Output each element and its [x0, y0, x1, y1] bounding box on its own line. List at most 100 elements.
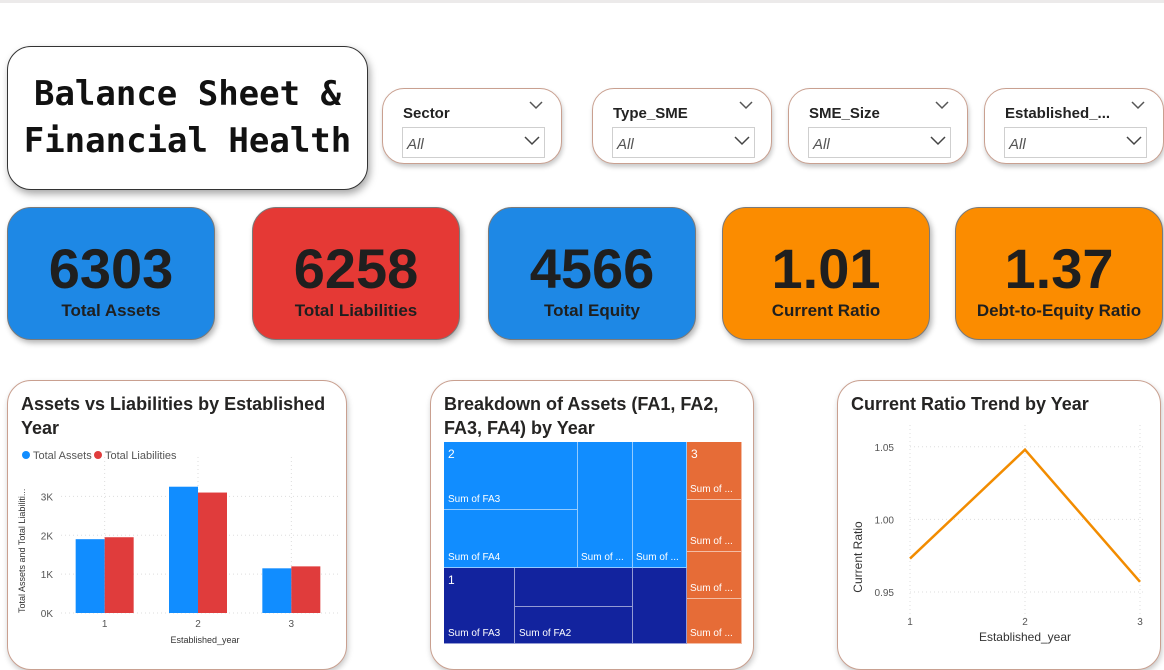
y-axis-label: Total Assets and Total Liabiliti...: [17, 489, 27, 613]
x-axis-ticks: 1 2 3: [102, 619, 295, 630]
chevron-down-icon: [1126, 136, 1142, 146]
slicer-value: All: [813, 136, 830, 153]
legend-label: Total Liabilities: [105, 450, 177, 462]
slicer-label: Established_...: [1005, 105, 1111, 122]
treemap-tile-label: Sum of ...: [581, 552, 624, 563]
top-divider: [0, 0, 1164, 3]
y-axis-ticks: 0.95 1.00 1.05: [875, 443, 895, 599]
slicer-value: All: [407, 136, 424, 153]
treemap-group-label: 3: [691, 447, 698, 461]
kpi-value: 6303: [48, 237, 174, 300]
dashboard-title-line1: Balance Sheet &: [33, 74, 342, 114]
slicer-label: Type_SME: [613, 105, 688, 122]
chevron-down-icon[interactable]: [529, 101, 543, 110]
line-chart-card: Current Ratio Trend by Year 0.95 1.00 1.05…: [837, 380, 1161, 670]
legend-label: Total Assets: [33, 450, 92, 462]
treemap-tile-label: Sum of FA2: [519, 628, 572, 639]
treemap-tile[interactable]: Sum of ...: [687, 599, 742, 644]
y-axis-label: Current Ratio: [851, 521, 865, 593]
y-tick-label: 1K: [41, 570, 54, 581]
x-tick-label: 3: [1137, 617, 1143, 628]
slicer-dropdown[interactable]: All: [612, 127, 755, 158]
legend-marker-assets: [22, 451, 30, 459]
x-tick-label: 1: [907, 617, 913, 628]
treemap: 2 Sum of FA3 Sum of FA4 Sum of ... Sum o…: [444, 442, 742, 644]
chevron-down-icon: [734, 136, 750, 146]
chevron-down-icon[interactable]: [935, 101, 949, 110]
y-tick-label: 0.95: [875, 588, 895, 599]
chevron-down-icon[interactable]: [739, 101, 753, 110]
slicer-type-sme[interactable]: Type_SME All: [592, 88, 772, 164]
x-tick-label: 2: [195, 619, 201, 630]
treemap-tile[interactable]: [633, 568, 687, 644]
x-axis-ticks: 1 2 3: [907, 617, 1143, 628]
dashboard-title-line2: Financial Health: [23, 121, 352, 161]
treemap-card: Breakdown of Assets (FA1, FA2, FA3, FA4)…: [430, 380, 754, 670]
treemap-tile[interactable]: Sum of FA2: [515, 607, 633, 644]
treemap-tile-label: Sum of FA4: [448, 552, 501, 563]
slicer-dropdown[interactable]: All: [402, 127, 545, 158]
kpi-value: 1.01: [771, 237, 881, 300]
treemap-tile[interactable]: Sum of ...: [578, 442, 633, 568]
y-tick-label: 1.05: [875, 443, 895, 454]
kpi-label: Current Ratio: [771, 301, 881, 320]
slicer-established-year[interactable]: Established_... All: [984, 88, 1164, 164]
y-tick-label: 0K: [41, 609, 54, 620]
chevron-down-icon: [930, 136, 946, 146]
slicer-label: Sector: [403, 105, 450, 122]
line-chart: 0.95 1.00 1.05 1 2 3 Current Ratio Establish…: [851, 425, 1144, 644]
slicer-sme-size[interactable]: SME_Size All: [788, 88, 968, 164]
slicer-dropdown[interactable]: All: [1004, 127, 1147, 158]
chart-gridlines: [909, 425, 1144, 621]
bar: [198, 492, 227, 613]
chevron-down-icon: [524, 136, 540, 146]
treemap-tile[interactable]: 1 Sum of FA3: [444, 568, 515, 644]
kpi-value: 1.37: [1004, 237, 1114, 300]
treemap-tile[interactable]: Sum of FA4: [444, 510, 578, 568]
treemap-tile[interactable]: Sum of ...: [633, 442, 687, 568]
chart-title-line2: FA3, FA4) by Year: [444, 418, 595, 438]
kpi-total-equity: 4566 Total Equity: [488, 207, 696, 340]
legend-marker-liabilities: [94, 451, 102, 459]
chevron-down-icon[interactable]: [1131, 101, 1145, 110]
kpi-value: 4566: [529, 237, 655, 300]
treemap-tile[interactable]: [515, 568, 633, 607]
kpi-label: Total Equity: [543, 301, 640, 320]
kpi-current-ratio: 1.01 Current Ratio: [722, 207, 930, 340]
x-axis-label: Established_year: [170, 635, 239, 645]
kpi-value: 6258: [293, 237, 419, 300]
slicer-sector[interactable]: Sector All: [382, 88, 562, 164]
treemap-tile[interactable]: 3 Sum of ...: [687, 442, 742, 500]
bar: [104, 537, 134, 613]
treemap-tile-label: Sum of ...: [690, 628, 733, 639]
treemap-tile-label: Sum of FA3: [448, 628, 501, 639]
slicer-dropdown[interactable]: All: [808, 127, 951, 158]
bar: [75, 539, 105, 613]
slicer-value: All: [617, 136, 634, 153]
y-tick-label: 1.00: [875, 515, 895, 526]
bar: [291, 566, 321, 613]
kpi-total-assets: 6303 Total Assets: [7, 207, 215, 340]
kpi-label: Total Assets: [61, 301, 161, 320]
kpi-debt-to-equity: 1.37 Debt-to-Equity Ratio: [955, 207, 1163, 340]
treemap-tile[interactable]: 2 Sum of FA3: [444, 442, 578, 510]
kpi-label: Total Liabilities: [294, 301, 418, 320]
treemap-tile[interactable]: Sum of ...: [687, 552, 742, 599]
treemap-group-label: 1: [448, 573, 455, 587]
treemap-tile[interactable]: Sum of ...: [687, 500, 742, 552]
bar-chart: Total Assets Total Liabilities 0K1K2K3K …: [17, 450, 341, 645]
bar: [262, 568, 292, 613]
chart-legend: Total Assets Total Liabilities: [22, 450, 177, 462]
chart-title-line1: Breakdown of Assets (FA1, FA2,: [444, 394, 719, 414]
kpi-label: Debt-to-Equity Ratio: [976, 301, 1142, 320]
x-tick-label: 1: [102, 619, 108, 630]
x-axis-label: Established_year: [979, 630, 1071, 644]
kpi-total-liabilities: 6258 Total Liabilities: [252, 207, 460, 340]
y-tick-label: 3K: [41, 492, 54, 503]
y-axis-ticks: 0K 1K 2K 3K: [41, 492, 54, 620]
treemap-tile-label: Sum of ...: [690, 536, 733, 547]
treemap-tile-label: Sum of ...: [636, 552, 679, 563]
chart-title: Breakdown of Assets (FA1, FA2, FA3, FA4)…: [444, 392, 718, 440]
bar: [169, 486, 198, 613]
dashboard-title-card: Balance Sheet & Financial Health: [7, 46, 368, 190]
